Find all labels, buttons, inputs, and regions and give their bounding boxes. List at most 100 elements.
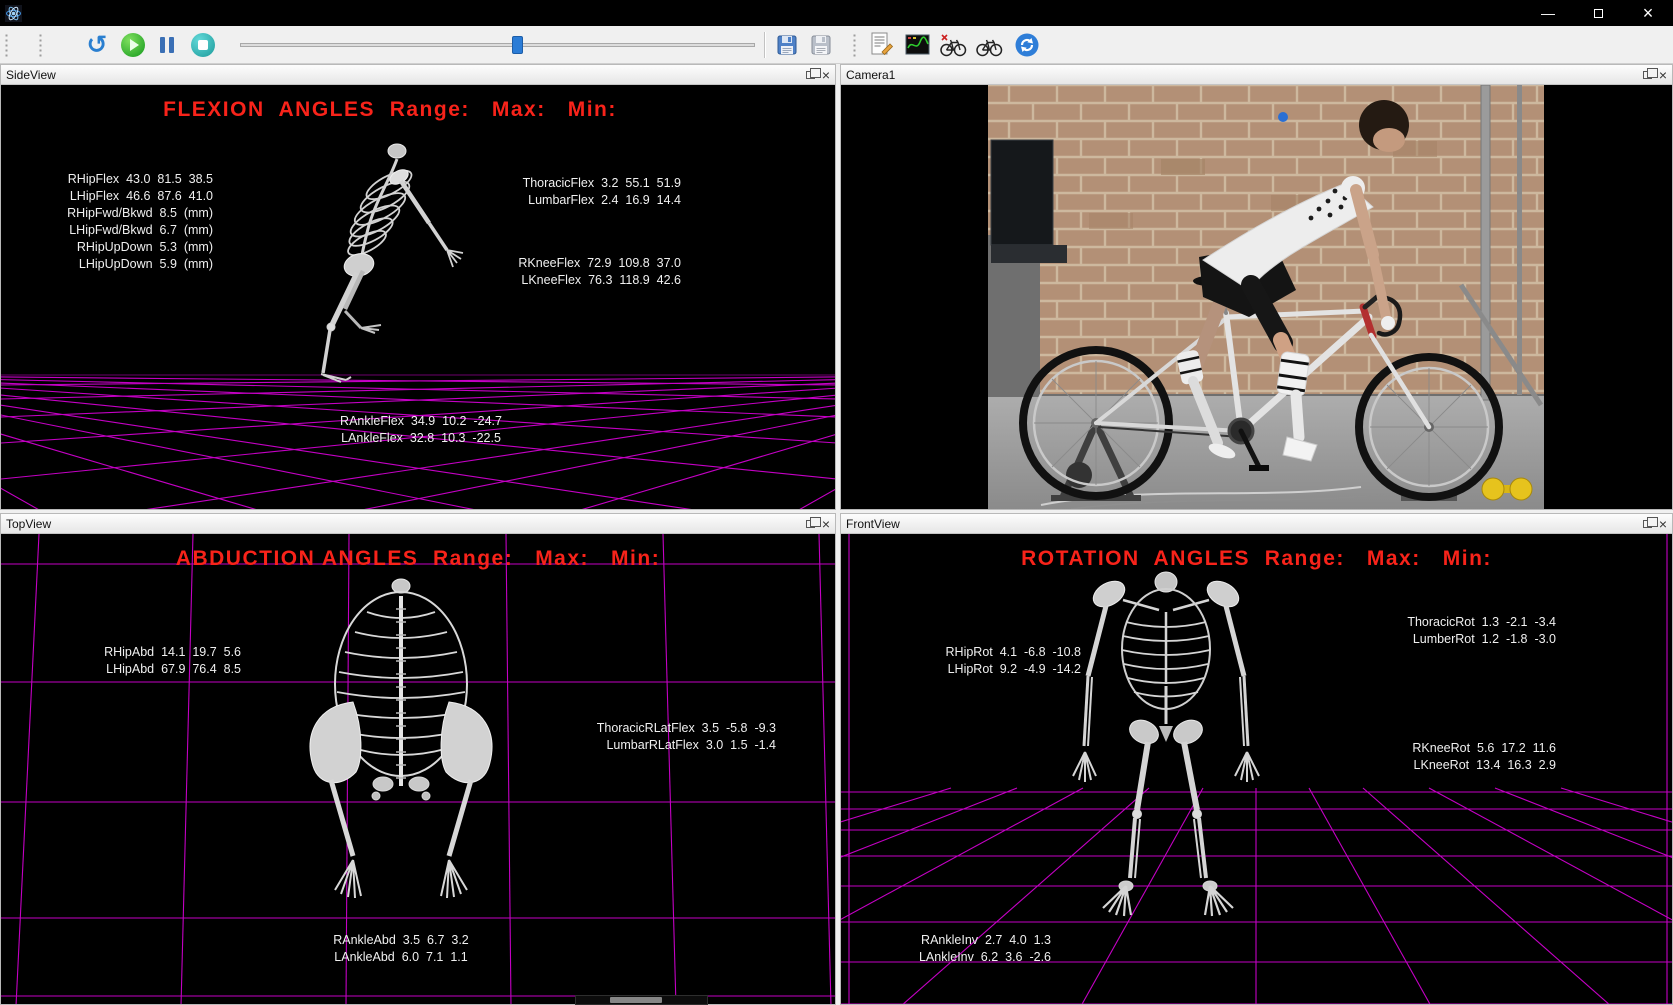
bike-x-icon — [939, 32, 967, 58]
bike-icon — [975, 32, 1003, 58]
rotation-knee-stats: RKneeRot 5.6 17.2 11.6 LKneeRot 13.4 16.… — [1371, 740, 1556, 774]
app-icon — [5, 5, 22, 22]
close-panel-icon[interactable]: × — [822, 68, 830, 82]
flexion-hip-stats: RHipFlex 43.0 81.5 38.5 LHipFlex 46.6 87… — [31, 171, 213, 273]
panel-title: TopView — [6, 517, 51, 531]
report-icon — [868, 31, 895, 58]
plot-button[interactable] — [902, 30, 932, 60]
float-panel-icon[interactable] — [806, 71, 815, 79]
pause-button[interactable] — [152, 30, 182, 60]
plot-icon — [904, 31, 931, 58]
float-panel-icon[interactable] — [1643, 71, 1652, 79]
rotation-ankle-stats: RAnkleInv 2.7 4.0 1.3 LAnkleInv 6.2 3.6 … — [871, 932, 1051, 966]
stat-line: LKneeFlex 76.3 118.9 42.6 — [501, 272, 681, 289]
stat-line: RHipFwd/Bkwd 8.5 (mm) — [31, 205, 213, 222]
stat-line: LumberRot 1.2 -1.8 -3.0 — [1371, 631, 1556, 648]
flexion-trunk-stats: ThoracicFlex 3.2 55.1 51.9 LumbarFlex 2.… — [501, 175, 681, 209]
report-button[interactable] — [866, 30, 896, 60]
close-panel-icon[interactable]: × — [1659, 517, 1667, 531]
stat-line: LKneeRot 13.4 16.3 2.9 — [1371, 757, 1556, 774]
stat-line: ThoracicRLatFlex 3.5 -5.8 -9.3 — [561, 720, 776, 737]
stop-button[interactable] — [188, 30, 218, 60]
frontview-panel-header[interactable]: FrontView × — [841, 514, 1672, 534]
abduction-ankle-stats: RAnkleAbd 3.5 6.7 3.2 LAnkleAbd 6.0 7.1 … — [291, 932, 511, 966]
toolbar-separator — [764, 32, 765, 58]
float-panel-icon[interactable] — [806, 520, 815, 528]
stat-line: RAnkleAbd 3.5 6.7 3.2 — [291, 932, 511, 949]
stat-line: LHipFwd/Bkwd 6.7 (mm) — [31, 222, 213, 239]
frontview-3d-viewport[interactable]: ROTATION ANGLES Range: Max: Min: RHipRot… — [841, 534, 1672, 1004]
refresh-button[interactable] — [1012, 30, 1042, 60]
close-button[interactable]: × — [1623, 0, 1673, 26]
bike-button[interactable] — [974, 30, 1004, 60]
play-button[interactable] — [118, 30, 148, 60]
stat-line: RAnkleInv 2.7 4.0 1.3 — [871, 932, 1051, 949]
close-panel-icon[interactable]: × — [822, 517, 830, 531]
stat-line: RKneeFlex 72.9 109.8 37.0 — [501, 255, 681, 272]
stat-line: LHipFlex 46.6 87.6 41.0 — [31, 188, 213, 205]
maximize-button[interactable] — [1573, 0, 1623, 26]
camera-video-frame — [841, 85, 1672, 509]
stat-line: RHipRot 4.1 -6.8 -10.8 — [871, 644, 1081, 661]
pause-icon — [160, 37, 174, 53]
stat-line: LAnkleAbd 6.0 7.1 1.1 — [291, 949, 511, 966]
toolbar: ↺ — [0, 26, 1673, 64]
play-icon — [121, 33, 145, 57]
refresh-icon — [1014, 32, 1040, 58]
timeline-scrollbar[interactable] — [575, 995, 708, 1005]
slider-track[interactable] — [240, 43, 755, 47]
float-panel-icon[interactable] — [1643, 520, 1652, 528]
sideview-3d-viewport[interactable]: FLEXION ANGLES Range: Max: Min: RHipFlex… — [1, 85, 835, 509]
abduction-hip-stats: RHipAbd 14.1 19.7 5.6 LHipAbd 67.9 76.4 … — [41, 644, 241, 678]
close-panel-icon[interactable]: × — [1659, 68, 1667, 82]
stat-line: RAnkleFlex 34.9 10.2 -24.7 — [311, 413, 531, 430]
panel-title: FrontView — [846, 517, 900, 531]
camera-panel-header[interactable]: Camera1 × — [841, 65, 1672, 85]
stat-line: LAnkleFlex 32.8 10.3 -22.5 — [311, 430, 531, 447]
frontview-panel: FrontView × — [840, 513, 1673, 1005]
panel-title: Camera1 — [846, 68, 895, 82]
sideview-panel-header[interactable]: SideView × — [1, 65, 835, 85]
camera-video-view — [841, 85, 1672, 509]
stat-line: LumbarFlex 2.4 16.9 14.4 — [501, 192, 681, 209]
titlebar: — × — [0, 0, 1673, 26]
panel-title: SideView — [6, 68, 56, 82]
abduction-heading: ABDUCTION ANGLES Range: Max: Min: — [1, 547, 835, 571]
bike-settings-button[interactable] — [938, 30, 968, 60]
topview-panel: TopView × — [0, 513, 836, 1005]
stat-line: RHipAbd 14.1 19.7 5.6 — [41, 644, 241, 661]
timeline-slider[interactable] — [240, 34, 755, 56]
save-button[interactable] — [772, 30, 802, 60]
topview-panel-header[interactable]: TopView × — [1, 514, 835, 534]
toolbar-drag-handle[interactable] — [4, 33, 9, 57]
flexion-heading: FLEXION ANGLES Range: Max: Min: — [1, 98, 807, 122]
save-icon — [775, 33, 799, 57]
camera-panel: Camera1 × — [840, 64, 1673, 510]
sideview-panel: SideView × — [0, 64, 836, 510]
rewind-button[interactable]: ↺ — [82, 30, 112, 60]
stat-line: LHipAbd 67.9 76.4 8.5 — [41, 661, 241, 678]
minimize-button[interactable]: — — [1523, 0, 1573, 26]
save-as-button[interactable] — [806, 30, 836, 60]
stat-line: LAnkleInv 6.2 3.6 -2.6 — [871, 949, 1051, 966]
stat-line: ThoracicRot 1.3 -2.1 -3.4 — [1371, 614, 1556, 631]
rotation-hip-stats: RHipRot 4.1 -6.8 -10.8 LHipRot 9.2 -4.9 … — [871, 644, 1081, 678]
toolbar-drag-handle[interactable] — [852, 33, 857, 57]
stat-line: ThoracicFlex 3.2 55.1 51.9 — [501, 175, 681, 192]
rotation-trunk-stats: ThoracicRot 1.3 -2.1 -3.4 LumberRot 1.2 … — [1371, 614, 1556, 648]
flexion-knee-stats: RKneeFlex 72.9 109.8 37.0 LKneeFlex 76.3… — [501, 255, 681, 289]
stat-line: RKneeRot 5.6 17.2 11.6 — [1371, 740, 1556, 757]
slider-thumb[interactable] — [512, 36, 523, 54]
topview-3d-viewport[interactable]: ABDUCTION ANGLES Range: Max: Min: RHipAb… — [1, 534, 835, 1004]
toolbar-drag-handle[interactable] — [38, 33, 43, 57]
stat-line: LumbarRLatFlex 3.0 1.5 -1.4 — [561, 737, 776, 754]
skeleton-side-view — [321, 144, 463, 382]
timeline-scrollbar-thumb[interactable] — [610, 997, 662, 1003]
skeleton-top-view — [310, 579, 492, 898]
stat-line: LHipUpDown 5.9 (mm) — [31, 256, 213, 273]
abduction-trunk-stats: ThoracicRLatFlex 3.5 -5.8 -9.3 LumbarRLa… — [561, 720, 776, 754]
stat-line: LHipRot 9.2 -4.9 -14.2 — [871, 661, 1081, 678]
stat-line: RHipUpDown 5.3 (mm) — [31, 239, 213, 256]
maximize-icon — [1594, 9, 1603, 18]
stop-icon — [191, 33, 215, 57]
